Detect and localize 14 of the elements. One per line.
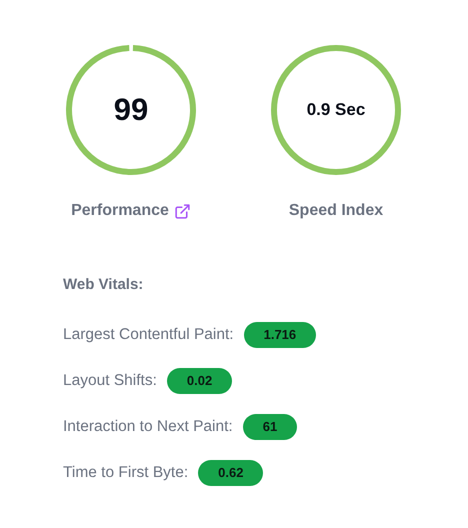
vital-value: 0.02 (166, 368, 232, 394)
score-label: Speed Index (288, 202, 384, 220)
score-label: Performance (71, 202, 169, 220)
vital-label: Layout Shifts: (63, 372, 157, 390)
vital-value: 61 (242, 414, 298, 440)
score-value: 0.9 Sec (306, 100, 366, 120)
vital-label: Largest Contentful Paint: (63, 326, 234, 344)
vital-label: Time to First Byte: (63, 464, 188, 482)
vital-value: 1.716 (244, 322, 316, 348)
vital-label: Interaction to Next Paint: (63, 418, 233, 436)
vital-value: 0.62 (198, 460, 264, 486)
external-link-icon[interactable] (174, 202, 191, 220)
score-value: 99 (114, 92, 148, 128)
section-title: Web Vitals: (63, 276, 144, 293)
